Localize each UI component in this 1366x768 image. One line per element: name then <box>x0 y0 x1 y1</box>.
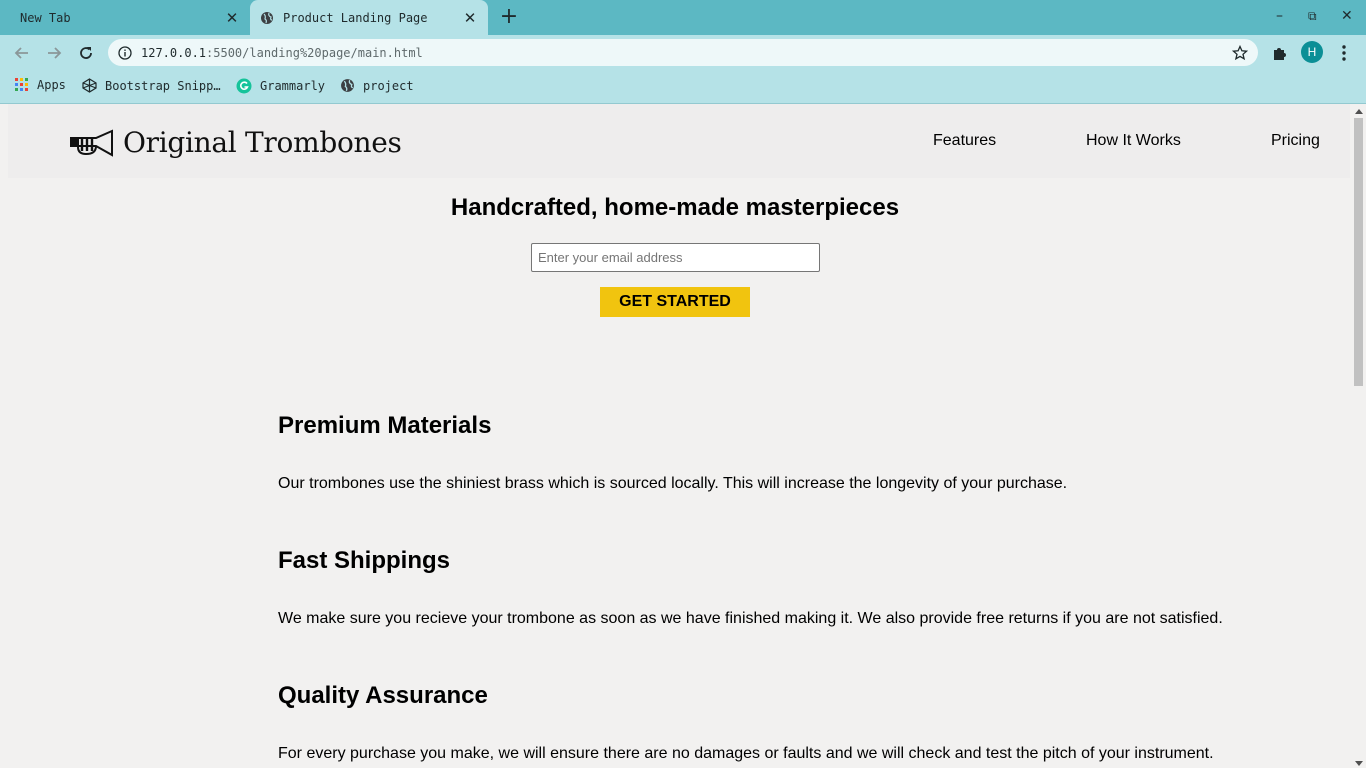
feature-text-quality-assurance: For every purchase you make, we will ens… <box>278 745 1214 762</box>
bookmark-label: Grammarly <box>260 79 326 93</box>
info-icon[interactable] <box>118 45 132 60</box>
bookmark-bootstrap-snippets[interactable]: Bootstrap Snipp… <box>82 78 221 93</box>
close-icon[interactable]: ✕ <box>460 9 480 27</box>
apps-grid-icon <box>15 78 28 91</box>
grammarly-icon <box>236 78 252 94</box>
nav-link-pricing[interactable]: Pricing <box>1271 132 1320 150</box>
restore-icon[interactable]: ⧉ <box>1308 9 1317 24</box>
nav-link-features[interactable]: Features <box>933 132 996 150</box>
scrollbar-thumb[interactable] <box>1354 118 1363 386</box>
close-icon[interactable]: ✕ <box>222 9 242 27</box>
tab-new-tab[interactable]: New Tab ✕ <box>8 0 248 35</box>
url-text: 127.0.0.1:5500/landing%20page/main.html <box>141 45 423 60</box>
page-scrollbar[interactable] <box>1351 104 1366 768</box>
scroll-up-arrow-icon[interactable] <box>1355 109 1363 114</box>
tab-product-landing-page[interactable]: Product Landing Page ✕ <box>250 0 488 35</box>
bookmark-star-icon[interactable] <box>1232 44 1248 61</box>
bookmarks-bar: Apps Bootstrap Snipp… Grammarly project <box>0 70 1366 104</box>
feature-title-quality-assurance: Quality Assurance <box>278 682 488 709</box>
menu-kebab-icon[interactable] <box>1332 41 1356 65</box>
feature-text-premium-materials: Our trombones use the shiniest brass whi… <box>278 475 1068 492</box>
globe-icon <box>261 11 273 24</box>
back-arrow-icon[interactable] <box>10 41 34 65</box>
browser-toolbar: 127.0.0.1:5500/landing%20page/main.html … <box>0 35 1366 70</box>
feature-text-fast-shippings: We make sure you recieve your trombone a… <box>278 610 1223 627</box>
hero-title: Handcrafted, home-made masterpieces <box>450 194 900 221</box>
get-started-button[interactable]: GET STARTED <box>600 287 750 317</box>
scroll-down-arrow-icon[interactable] <box>1355 761 1363 766</box>
feature-title-fast-shippings: Fast Shippings <box>278 547 451 574</box>
reload-icon[interactable] <box>74 41 98 65</box>
tab-title: Product Landing Page <box>283 10 428 25</box>
codepen-icon <box>82 78 97 93</box>
bookmark-label: project <box>363 78 414 93</box>
brand-name: Original Trombones <box>123 126 402 159</box>
bookmark-apps[interactable]: Apps <box>15 78 66 92</box>
globe-icon <box>341 79 354 92</box>
nav-link-how-it-works[interactable]: How It Works <box>1086 132 1181 150</box>
tab-strip: New Tab ✕ Product Landing Page ✕ + – ⧉ ✕ <box>0 0 1366 35</box>
forward-arrow-icon[interactable] <box>42 41 66 65</box>
feature-title-premium-materials: Premium Materials <box>278 412 492 439</box>
bookmark-project[interactable]: project <box>340 78 414 93</box>
page-viewport: Original Trombones Features How It Works… <box>0 104 1366 768</box>
new-tab-plus-icon[interactable]: + <box>497 6 521 30</box>
bookmark-label: Apps <box>37 78 66 92</box>
tab-title: New Tab <box>20 10 71 25</box>
profile-avatar[interactable]: H <box>1301 41 1323 63</box>
minimize-icon[interactable]: – <box>1276 8 1283 24</box>
bookmark-label: Bootstrap Snipp… <box>105 78 221 93</box>
window-close-icon[interactable]: ✕ <box>1341 8 1353 24</box>
bookmark-grammarly[interactable]: Grammarly <box>236 78 325 94</box>
site-header: Original Trombones Features How It Works… <box>8 104 1350 178</box>
brand-logo[interactable]: Original Trombones <box>70 126 402 159</box>
address-bar[interactable]: 127.0.0.1:5500/landing%20page/main.html <box>108 39 1258 66</box>
extensions-puzzle-icon[interactable] <box>1268 41 1292 65</box>
trumpet-logo-icon <box>70 128 113 157</box>
email-input[interactable] <box>531 243 820 272</box>
